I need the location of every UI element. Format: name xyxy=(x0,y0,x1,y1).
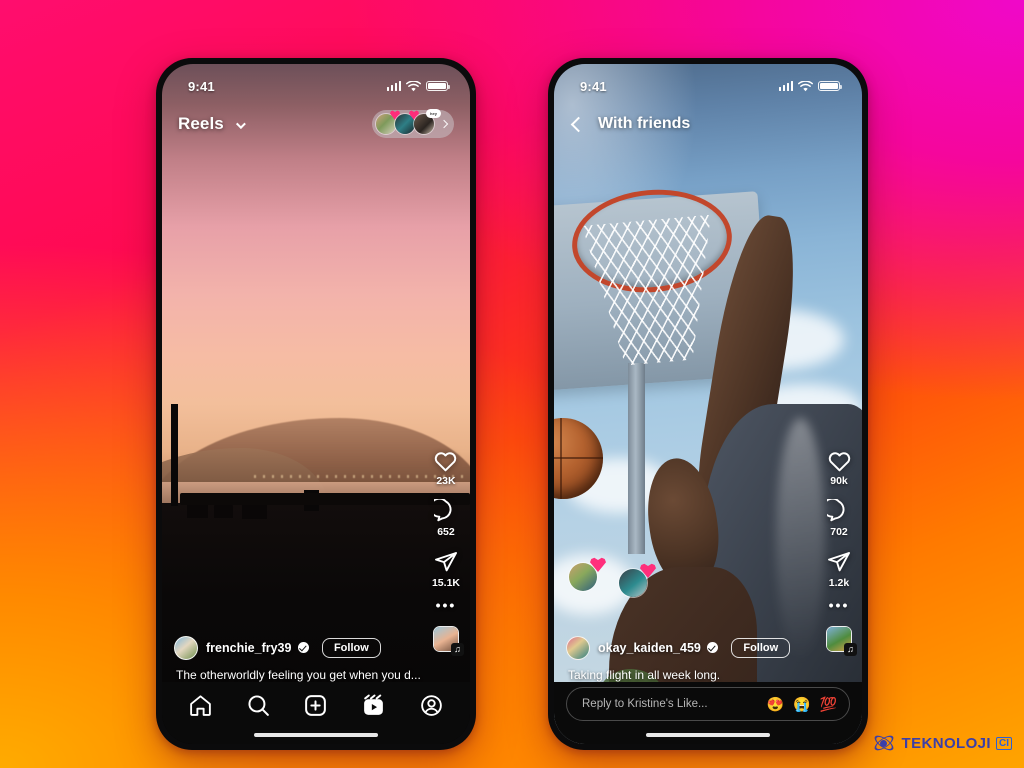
signal-bars-icon xyxy=(778,81,793,91)
nav-profile[interactable] xyxy=(419,693,444,718)
status-time: 9:41 xyxy=(188,78,215,94)
reply-input[interactable]: Reply to Kristine's Like... 😍 😭 💯 xyxy=(566,687,850,721)
caption-block-left: frenchie_fry39 Follow The otherworldly f… xyxy=(162,636,470,682)
story-tray[interactable]: hey xyxy=(372,109,454,138)
watermark: TEKNOLOJI CI xyxy=(871,730,1012,756)
status-icons xyxy=(386,80,451,92)
verified-badge-icon xyxy=(297,642,309,653)
story-avatar-3[interactable]: hey xyxy=(413,109,441,135)
heart-icon xyxy=(435,452,457,472)
action-rail-left: 23K 652 15.1K ••• ♫ xyxy=(432,449,464,656)
page-title: With friends xyxy=(598,115,691,132)
note-bubble: hey xyxy=(426,109,441,118)
like-count: 90k xyxy=(830,475,848,487)
comment-icon xyxy=(433,499,452,522)
status-bar-left: 9:41 xyxy=(162,64,470,98)
share-icon xyxy=(435,552,457,572)
home-icon xyxy=(190,694,212,716)
with-friends-top-bar: With friends xyxy=(554,104,862,144)
reply-placeholder: Reply to Kristine's Like... xyxy=(582,698,708,710)
nav-search[interactable] xyxy=(246,693,271,718)
heart-icon xyxy=(828,452,850,472)
verified-badge-icon xyxy=(707,642,719,653)
status-time: 9:41 xyxy=(580,78,607,94)
comment-icon xyxy=(827,499,845,522)
friend-reaction-2[interactable] xyxy=(618,563,656,598)
shirt-highlight xyxy=(775,417,826,663)
profile-icon xyxy=(420,694,442,716)
chevron-right-icon[interactable] xyxy=(439,119,449,129)
more-options-icon[interactable]: ••• xyxy=(436,598,457,612)
caption-text[interactable]: The otherworldly feeling you get when yo… xyxy=(174,668,458,682)
wifi-icon xyxy=(406,80,421,91)
like-button[interactable]: 23K xyxy=(433,449,458,487)
battery-icon xyxy=(426,80,451,92)
wifi-icon xyxy=(798,80,813,91)
author-username-text: okay_kaiden_459 xyxy=(598,641,701,655)
watermark-tag: CI xyxy=(996,736,1012,750)
share-button[interactable]: 15.1K xyxy=(432,550,460,589)
phone-right-with-friends: 9:41 With friends 90k 702 1.2k ••• ♫ oka… xyxy=(548,58,868,750)
share-count: 1.2k xyxy=(828,577,850,589)
battery-icon xyxy=(818,80,843,92)
share-icon xyxy=(828,552,850,572)
nav-create[interactable] xyxy=(303,693,328,718)
avatar[interactable] xyxy=(566,636,590,660)
emoji-hundred[interactable]: 💯 xyxy=(820,697,837,711)
atom-logo-icon xyxy=(871,730,897,756)
author-username[interactable]: okay_kaiden_459 xyxy=(598,641,719,655)
nav-home[interactable] xyxy=(188,693,213,718)
status-icons xyxy=(778,80,843,92)
comment-count: 652 xyxy=(437,526,455,538)
author-username[interactable]: frenchie_fry39 xyxy=(206,641,309,655)
phone-right-screen: 9:41 With friends 90k 702 1.2k ••• ♫ oka… xyxy=(554,64,862,744)
comment-count: 702 xyxy=(830,526,848,538)
phone-left-reels: 9:41 Reels hey 23K 652 15.1K ••• ♫ frenc… xyxy=(156,58,476,750)
follow-button[interactable]: Follow xyxy=(731,638,791,658)
like-button[interactable]: 90k xyxy=(827,449,852,487)
share-count: 15.1K xyxy=(431,577,460,589)
quick-emoji-row: 😍 😭 💯 xyxy=(767,697,837,711)
status-bar-right: 9:41 xyxy=(554,64,862,98)
comment-button[interactable]: 702 xyxy=(827,499,851,538)
hoop-pole xyxy=(627,363,645,554)
friend-reaction-1[interactable] xyxy=(568,557,606,592)
phone-left-screen: 9:41 Reels hey 23K 652 15.1K ••• ♫ frenc… xyxy=(162,64,470,744)
reels-title-text: Reels xyxy=(178,114,224,133)
back-arrow-icon[interactable] xyxy=(570,116,587,132)
emoji-heart-eyes[interactable]: 😍 xyxy=(767,697,784,711)
author-row: frenchie_fry39 Follow xyxy=(174,636,458,660)
plus-square-icon xyxy=(305,694,327,716)
reels-top-bar: Reels hey xyxy=(162,104,470,144)
home-indicator xyxy=(254,732,378,737)
share-button[interactable]: 1.2k xyxy=(827,550,851,589)
chevron-down-icon[interactable] xyxy=(235,119,246,130)
emoji-sob[interactable]: 😭 xyxy=(793,697,810,711)
palm-trunk xyxy=(171,404,178,506)
more-options-icon[interactable]: ••• xyxy=(829,598,850,612)
search-icon xyxy=(248,694,269,716)
watermark-brand: TEKNOLOJI xyxy=(901,734,991,752)
action-rail-right: 90k 702 1.2k ••• ♫ xyxy=(826,449,857,656)
caption-text[interactable]: Taking flight in all week long. xyxy=(566,668,850,682)
reels-icon xyxy=(364,694,383,715)
author-row: okay_kaiden_459 Follow xyxy=(566,636,850,660)
author-username-text: frenchie_fry39 xyxy=(206,641,292,655)
nav-reels[interactable] xyxy=(361,693,386,718)
avatar[interactable] xyxy=(174,636,198,660)
caption-block-right: okay_kaiden_459 Follow Taking flight in … xyxy=(554,636,862,682)
pier-rail xyxy=(180,493,470,506)
comment-button[interactable]: 652 xyxy=(433,499,458,538)
page-title[interactable]: Reels xyxy=(178,114,246,134)
home-indicator xyxy=(646,732,770,737)
follow-button[interactable]: Follow xyxy=(321,638,381,658)
like-count: 23K xyxy=(436,475,456,487)
signal-bars-icon xyxy=(386,81,401,91)
